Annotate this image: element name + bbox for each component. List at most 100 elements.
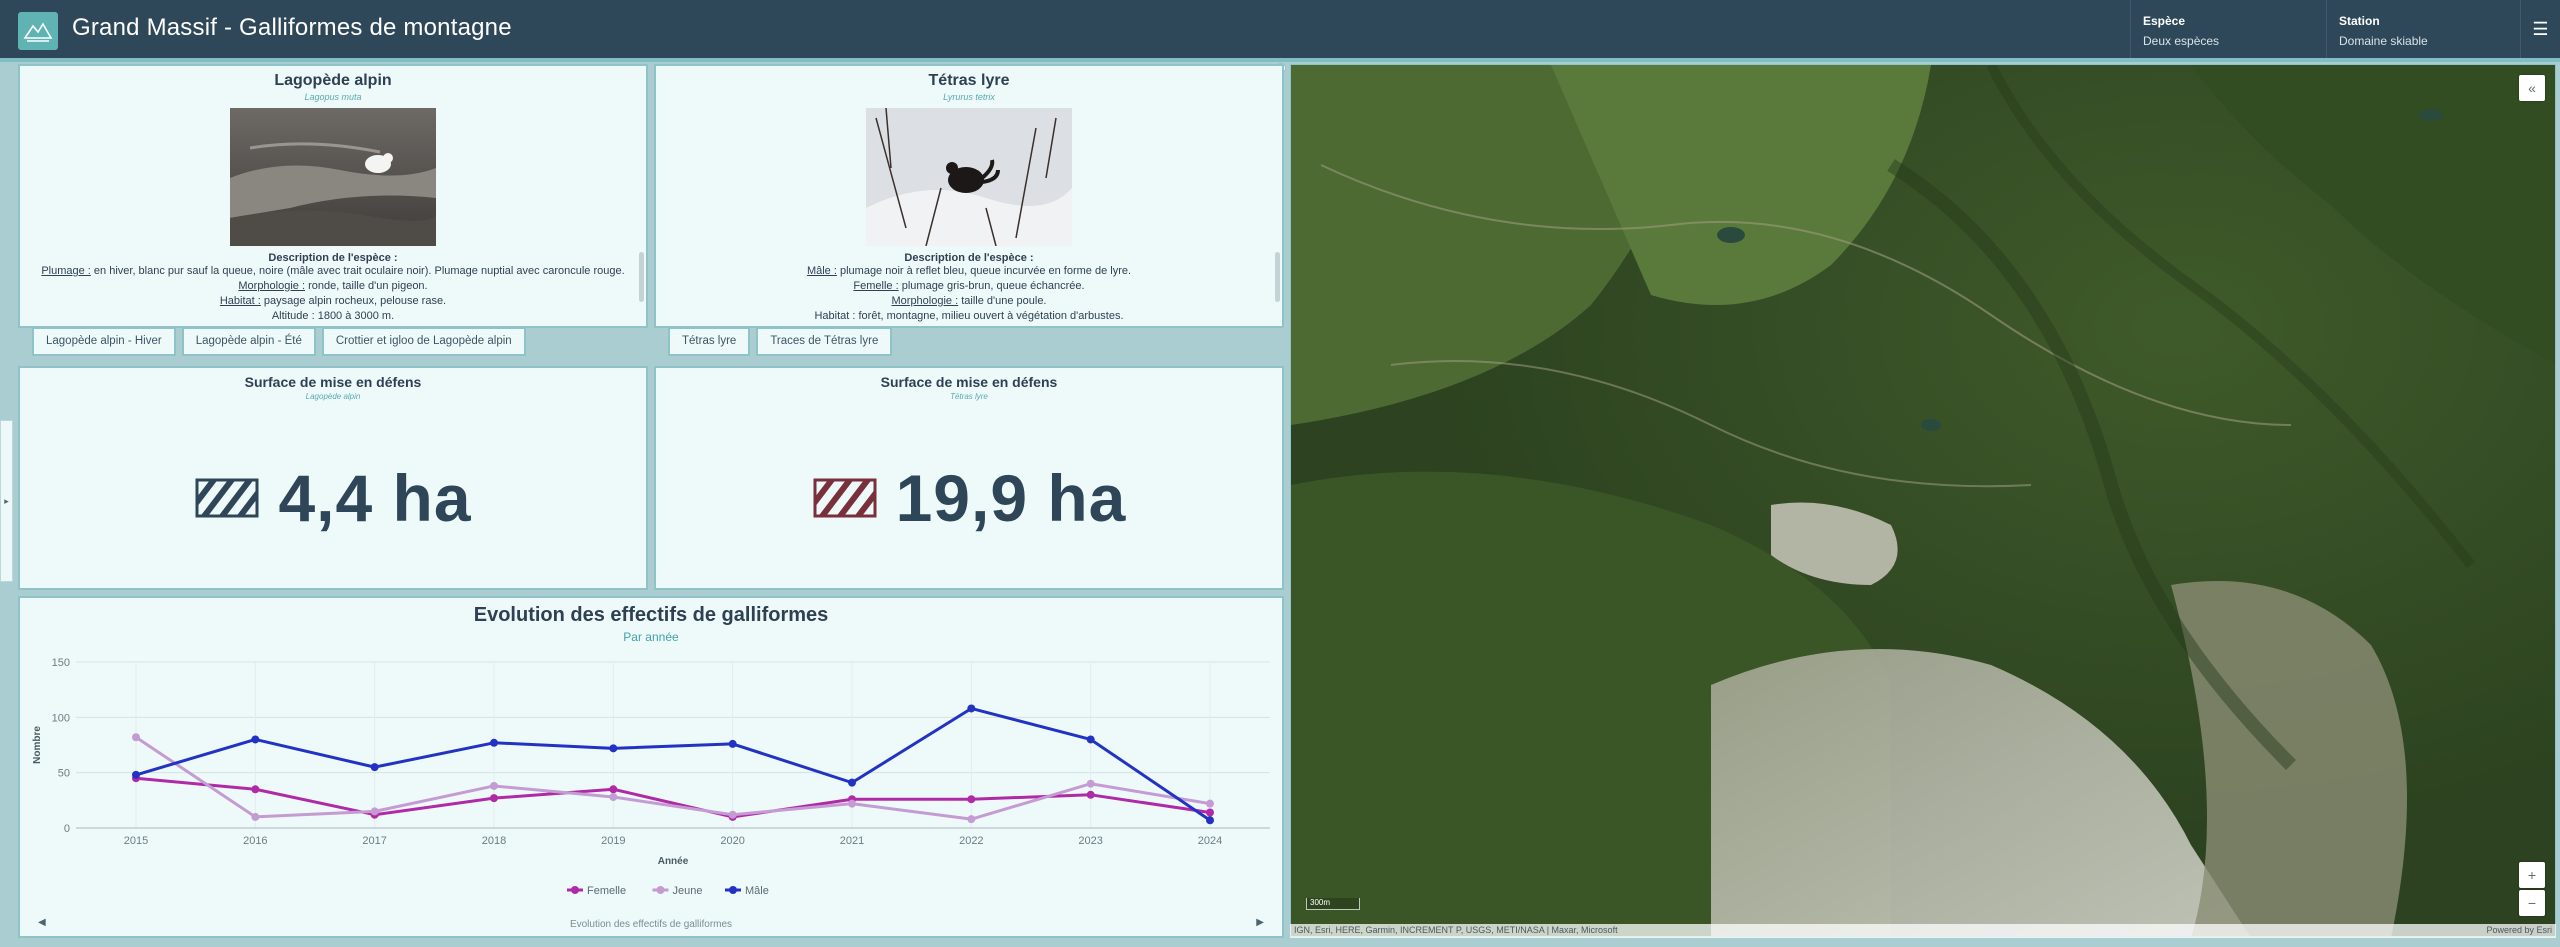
description-heading: Description de l'espèce : — [904, 252, 1034, 264]
mountain-logo-icon — [23, 22, 53, 42]
tab-lagopede-crottier[interactable]: Crottier et igloo de Lagopède alpin — [321, 327, 526, 356]
description-line: Morphologie : taille d'une poule. — [891, 295, 1047, 307]
station-filter-label: Station — [2339, 14, 2380, 28]
species-filter[interactable]: Espèce Deux espèces — [2130, 0, 2326, 58]
minus-icon: − — [2527, 895, 2537, 911]
x-axis-label: Année — [658, 856, 689, 867]
description-line: Habitat : forêt, montagne, milieu ouvert… — [814, 310, 1124, 322]
x-tick-label: 2015 — [124, 835, 148, 847]
y-tick-label: 150 — [52, 657, 70, 669]
side-panel-toggle[interactable]: ▸ — [0, 420, 13, 582]
scrollbar[interactable] — [639, 252, 644, 302]
species-name: Lagopède alpin — [274, 72, 392, 89]
data-point — [1086, 735, 1095, 744]
chevron-right-icon: ▸ — [4, 495, 9, 506]
data-point — [1086, 779, 1095, 788]
data-point — [1086, 790, 1095, 799]
tetras-tabs: Tétras lyre Traces de Tétras lyre — [668, 327, 893, 356]
app-logo — [18, 12, 58, 50]
tab-tetras-traces[interactable]: Traces de Tétras lyre — [756, 327, 893, 356]
legend-marker — [729, 886, 737, 894]
x-tick-label: 2018 — [482, 835, 506, 847]
data-point — [1206, 808, 1214, 817]
stat-subtitle: Tétras lyre — [950, 392, 988, 401]
line-chart: 0 50 100 150 2015 2016 2017 2018 2019 2020 2021 202… — [32, 657, 1270, 897]
species-filter-value: Deux espèces — [2143, 34, 2220, 48]
species-name: Tétras lyre — [928, 72, 1010, 89]
hamburger-icon: ☰ — [2532, 18, 2549, 39]
species-card-lagopede: Lagopède alpin Lagopus muta Description … — [18, 64, 648, 328]
menu-button[interactable]: ☰ — [2520, 0, 2560, 58]
scrollbar[interactable] — [1275, 252, 1280, 302]
legend-marker — [571, 886, 579, 894]
attribution-text: IGN, Esri, HERE, Garmin, INCREMENT P, US… — [1294, 925, 1618, 935]
data-point — [251, 735, 260, 744]
lagopede-tabs: Lagopède alpin - Hiver Lagopède alpin - … — [32, 327, 526, 356]
stat-card-lagopede: Surface de mise en défens Lagopède alpin… — [18, 366, 648, 590]
data-point — [1206, 816, 1214, 825]
stat-value: 19,9 ha — [895, 461, 1127, 535]
data-point — [490, 794, 498, 803]
y-axis-label: Nombre — [32, 726, 43, 764]
x-tick-label: 2016 — [243, 835, 267, 847]
chart-footer: Evolution des effectifs de galliformes — [569, 919, 733, 930]
satellite-imagery — [1291, 65, 2555, 936]
data-point — [490, 738, 498, 747]
powered-by[interactable]: Powered by Esri — [2486, 925, 2552, 937]
legend-label: Mâle — [745, 885, 769, 897]
legend-label: Jeune — [673, 885, 703, 897]
description-line: Plumage : en hiver, blanc pur sauf la qu… — [41, 265, 625, 277]
data-point — [848, 778, 856, 787]
data-point — [251, 785, 260, 794]
map-scale-bar: 300m — [1306, 898, 1360, 910]
tetras-photo — [866, 108, 1072, 246]
data-point — [132, 770, 140, 779]
description-line: Habitat : paysage alpin rocheux, pelouse… — [219, 295, 447, 307]
description-line: Femelle : plumage gris-brun, queue échan… — [853, 280, 1085, 292]
data-point — [609, 793, 618, 802]
zoom-in-button[interactable]: + — [2519, 862, 2545, 888]
tab-tetras-lyre[interactable]: Tétras lyre — [668, 327, 751, 356]
chart-card: Evolution des effectifs de galliformes P… — [18, 596, 1284, 938]
description-heading: Description de l'espèce : — [268, 252, 398, 264]
x-tick-label: 2021 — [840, 835, 864, 847]
hatched-area-icon — [195, 478, 259, 518]
double-chevron-icon: « — [2528, 80, 2536, 96]
data-point — [370, 807, 379, 816]
satellite-map[interactable]: « + − — [1290, 64, 2556, 937]
data-point — [728, 810, 737, 819]
expand-map-button[interactable]: « — [2519, 75, 2545, 101]
x-tick-label: 2022 — [959, 835, 983, 847]
data-point — [848, 799, 856, 808]
tab-lagopede-hiver[interactable]: Lagopède alpin - Hiver — [32, 327, 176, 356]
data-point — [967, 704, 976, 713]
stat-value: 4,4 ha — [278, 461, 472, 535]
species-latin-name: Lagopus muta — [304, 92, 362, 102]
description-line: Altitude : 1800 à 3000 m. — [271, 310, 395, 322]
zoom-out-button[interactable]: − — [2519, 890, 2545, 916]
tab-lagopede-ete[interactable]: Lagopède alpin - Été — [181, 327, 316, 356]
station-filter[interactable]: Station Domaine skiable — [2326, 0, 2520, 58]
x-tick-label: 2019 — [601, 835, 625, 847]
y-tick-label: 50 — [58, 768, 70, 780]
legend-label: Femelle — [587, 885, 626, 897]
data-point — [251, 812, 260, 821]
data-point — [609, 785, 618, 794]
species-latin-name: Lyrurus tetrix — [943, 92, 995, 102]
data-point — [370, 763, 379, 772]
chart-title: Evolution des effectifs de galliformes — [473, 604, 829, 626]
lagopede-photo — [230, 108, 436, 246]
app-title: Grand Massif - Galliformes de montagne — [72, 14, 512, 41]
station-filter-value: Domaine skiable — [2339, 34, 2428, 48]
stat-title: Surface de mise en défens — [244, 374, 422, 390]
x-tick-label: 2017 — [362, 835, 386, 847]
x-tick-label: 2024 — [1198, 835, 1222, 847]
data-point — [132, 733, 140, 742]
map-attribution: IGN, Esri, HERE, Garmin, INCREMENT P, US… — [1290, 924, 2556, 938]
stat-subtitle: Lagopède alpin — [305, 392, 361, 401]
data-point — [728, 739, 737, 748]
app-header: Grand Massif - Galliformes de montagne E… — [0, 0, 2560, 58]
hatched-area-icon — [813, 478, 877, 518]
y-tick-label: 100 — [52, 712, 70, 724]
stat-title: Surface de mise en défens — [880, 374, 1058, 390]
